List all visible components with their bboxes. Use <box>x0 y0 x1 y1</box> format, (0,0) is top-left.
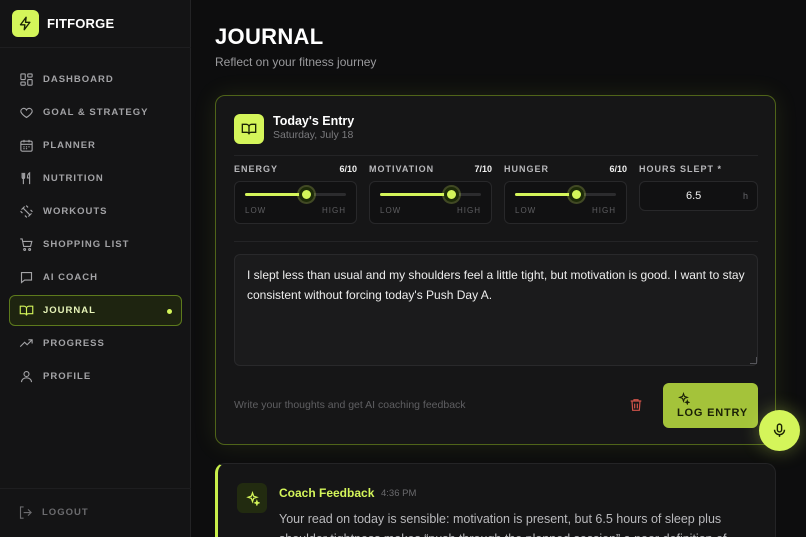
sidebar-item-label: JOURNAL <box>43 305 96 316</box>
brand[interactable]: FITFORGE <box>12 10 114 37</box>
microphone-button[interactable] <box>759 410 800 451</box>
logout-label: LOGOUT <box>42 507 89 518</box>
trend-icon <box>19 339 33 348</box>
entry-title: Today's Entry <box>273 114 355 128</box>
cart-icon <box>20 238 33 251</box>
sidebar-nav: DASHBOARD GOAL & STRATEGY PLANNER NUTRIT… <box>9 64 182 394</box>
sidebar-item-label: GOAL & STRATEGY <box>43 107 149 118</box>
hours-slept-metric: HOURS SLEPT * 6.5 h <box>639 164 758 211</box>
sidebar-item-dashboard[interactable]: DASHBOARD <box>9 64 182 95</box>
sidebar-item-label: DASHBOARD <box>43 74 114 85</box>
sidebar-item-workouts[interactable]: WORKOUTS <box>9 196 182 227</box>
sidebar: FITFORGE DASHBOARD GOAL & STRATEGY PLANN… <box>0 0 191 537</box>
metric-label: HOURS SLEPT * <box>639 164 723 174</box>
energy-metric: ENERGY 6/10 LOW HIGH <box>234 164 357 224</box>
divider <box>0 488 191 489</box>
sidebar-item-progress[interactable]: PROGRESS <box>9 328 182 359</box>
divider <box>234 241 758 242</box>
microphone-icon <box>773 423 786 437</box>
sidebar-item-label: WORKOUTS <box>43 206 108 217</box>
log-entry-button[interactable]: LOG ENTRY <box>663 383 758 428</box>
divider <box>0 47 191 48</box>
range-low-label: LOW <box>245 206 267 215</box>
sidebar-item-label: PLANNER <box>43 140 96 151</box>
journal-entry-card: Today's Entry Saturday, July 18 ENERGY 6/… <box>215 95 776 445</box>
journal-textarea[interactable]: I slept less than usual and my shoulders… <box>234 254 758 366</box>
hint-text: Write your thoughts and get AI coaching … <box>234 399 466 411</box>
sidebar-item-planner[interactable]: PLANNER <box>9 130 182 161</box>
chat-icon <box>20 271 33 284</box>
range-low-label: LOW <box>515 206 537 215</box>
sidebar-item-shopping-list[interactable]: SHOPPING LIST <box>9 229 182 260</box>
slider-thumb[interactable] <box>443 187 459 202</box>
logout-button[interactable]: LOGOUT <box>18 505 89 520</box>
book-icon <box>234 114 264 144</box>
range-high-label: HIGH <box>592 206 616 215</box>
page-subtitle: Reflect on your fitness journey <box>215 55 377 69</box>
calendar-icon <box>20 139 33 152</box>
feedback-time: 4:36 PM <box>381 488 417 499</box>
range-high-label: HIGH <box>457 206 481 215</box>
motivation-metric: MOTIVATION 7/10 LOW HIGH <box>369 164 492 224</box>
divider <box>234 155 758 156</box>
sidebar-item-journal[interactable]: JOURNAL <box>9 295 182 326</box>
slider-fill <box>515 193 576 196</box>
feedback-text: Your read on today is sensible: motivati… <box>279 512 727 537</box>
lightning-icon <box>12 10 39 37</box>
sparkle-icon <box>678 392 690 405</box>
sparkle-icon <box>237 483 267 513</box>
utensils-icon <box>21 171 31 185</box>
slider-fill <box>245 193 306 196</box>
hours-slept-value: 6.5 <box>686 190 702 202</box>
motivation-slider[interactable] <box>380 187 481 202</box>
coach-feedback-card: Coach Feedback 4:36 PM Your read on toda… <box>215 463 776 537</box>
trash-icon[interactable] <box>628 397 644 413</box>
book-icon <box>19 305 34 316</box>
sidebar-item-label: PROFILE <box>43 371 92 382</box>
log-entry-label: LOG ENTRY <box>677 407 748 419</box>
hunger-metric: HUNGER 6/10 LOW HIGH <box>504 164 627 224</box>
hours-unit: h <box>742 191 748 201</box>
sidebar-item-label: AI COACH <box>43 272 98 283</box>
resize-handle[interactable] <box>750 357 757 364</box>
slider-thumb[interactable] <box>298 187 314 202</box>
feedback-title: Coach Feedback <box>279 486 375 500</box>
metric-label: ENERGY <box>234 164 279 174</box>
metric-label: MOTIVATION <box>369 164 435 174</box>
slider-fill <box>380 193 451 196</box>
slider-thumb[interactable] <box>568 187 584 202</box>
hours-slept-input[interactable]: 6.5 h <box>639 181 758 211</box>
sidebar-item-nutrition[interactable]: NUTRITION <box>9 163 182 194</box>
main-content: JOURNAL Reflect on your fitness journey … <box>192 0 806 537</box>
logout-icon <box>19 506 32 519</box>
entry-date: Saturday, July 18 <box>273 129 354 141</box>
metric-value: 6/10 <box>339 164 357 174</box>
metric-value: 7/10 <box>474 164 492 174</box>
sidebar-item-goal-strategy[interactable]: GOAL & STRATEGY <box>9 97 182 128</box>
user-icon <box>20 370 33 383</box>
metric-label: HUNGER <box>504 164 550 174</box>
range-high-label: HIGH <box>322 206 346 215</box>
hunger-slider[interactable] <box>515 187 616 202</box>
dumbbell-icon <box>20 205 33 218</box>
sidebar-item-label: SHOPPING LIST <box>43 239 130 250</box>
sidebar-item-label: PROGRESS <box>43 338 105 349</box>
heart-icon <box>20 107 33 119</box>
energy-slider[interactable] <box>245 187 346 202</box>
metric-value: 6/10 <box>609 164 627 174</box>
page-title: JOURNAL <box>215 24 324 49</box>
range-low-label: LOW <box>380 206 402 215</box>
brand-name: FITFORGE <box>47 16 115 31</box>
sidebar-item-label: NUTRITION <box>43 173 104 184</box>
sidebar-item-profile[interactable]: PROFILE <box>9 361 182 392</box>
active-indicator <box>167 309 172 314</box>
dashboard-icon <box>20 73 33 86</box>
sidebar-item-ai-coach[interactable]: AI COACH <box>9 262 182 293</box>
